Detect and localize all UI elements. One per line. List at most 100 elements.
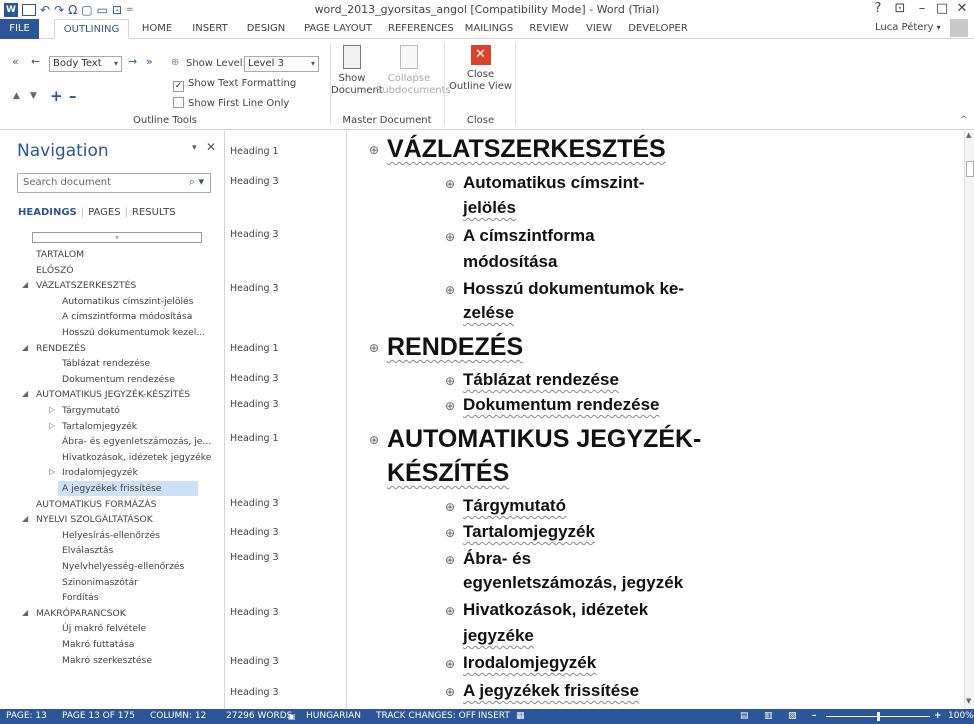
read-mode-icon[interactable]: ▤ [740, 709, 749, 724]
status-language[interactable]: HUNGARIAN [306, 709, 361, 724]
outline-expand-icon[interactable]: ⊕ [445, 657, 455, 671]
nav-heading-item[interactable]: VÁZLATSZERKESZTÉS [36, 278, 136, 293]
outline-expand-icon[interactable]: ⊕ [445, 399, 455, 413]
scroll-up-icon[interactable]: ▲ [966, 131, 971, 139]
status-track-changes[interactable]: TRACK CHANGES: OFF [376, 709, 476, 724]
move-up-icon[interactable]: ▲ [13, 91, 20, 101]
outline-expand-icon[interactable]: ⊕ [445, 526, 455, 540]
ribbon-display-options-icon[interactable]: ⊡ [890, 1, 910, 16]
outline-heading-3[interactable]: A címszintforma [463, 226, 595, 246]
tab-headings[interactable]: HEADINGS [18, 207, 77, 218]
tab-file[interactable]: FILE [0, 19, 39, 39]
outline-heading-3[interactable]: jegyzéke [463, 626, 534, 646]
minimize-button[interactable]: – [912, 1, 932, 16]
nav-heading-item[interactable]: AUTOMATIKUS JEGYZÉK-KÉSZÍTÉS [36, 387, 190, 402]
status-column[interactable]: COLUMN: 12 [150, 709, 206, 724]
zoom-slider[interactable] [826, 712, 930, 721]
outline-expand-icon[interactable]: ⊕ [369, 433, 379, 447]
show-level-dropdown[interactable]: Level 3 ▾ [244, 56, 319, 72]
scroll-down-icon[interactable]: ▼ [966, 697, 971, 705]
nav-close-icon[interactable]: ✕ [206, 140, 216, 154]
collapse-ribbon-icon[interactable]: ^ [960, 115, 968, 125]
outline-heading-3[interactable]: Irodalomjegyzék [463, 653, 596, 673]
nav-heading-item[interactable]: TARTALOM [36, 247, 84, 262]
tab-view[interactable]: VIEW [583, 19, 615, 39]
outline-heading-3[interactable]: Táblázat rendezése [463, 370, 619, 390]
nav-heading-item[interactable]: Fordítás [62, 590, 99, 605]
outline-heading-3[interactable]: Hosszú dokumentumok ke- [463, 279, 684, 299]
nav-heading-item[interactable]: ELŐSZÓ [36, 263, 74, 278]
demote-icon[interactable]: → [128, 55, 137, 68]
outline-heading-3[interactable]: módosítása [463, 252, 557, 272]
outline-heading-3[interactable]: egyenletszámozás, jegyzék [463, 573, 683, 593]
expand-triangle-icon[interactable]: ▷ [49, 405, 55, 414]
outline-heading-1[interactable]: KÉSZÍTÉS [387, 459, 509, 488]
nav-heading-item[interactable]: Hivatkozások, idézetek jegyzéke [62, 450, 211, 465]
nav-heading-item[interactable]: RENDEZÉS [36, 341, 86, 356]
nav-heading-item[interactable]: Táblázat rendezése [62, 356, 150, 371]
outline-heading-3[interactable]: A jegyzékek frissítése [463, 681, 639, 701]
show-document-button[interactable]: Show Document [331, 45, 383, 97]
nav-options-icon[interactable]: ▾ [192, 143, 197, 153]
outline-heading-3[interactable]: zelése [463, 303, 514, 323]
move-down-icon[interactable]: ▼ [30, 91, 37, 101]
outline-heading-1[interactable]: AUTOMATIKUS JEGYZÉK- [387, 425, 701, 454]
nav-heading-item[interactable]: Tartalomjegyzék [62, 419, 137, 434]
promote-icon[interactable]: ← [31, 55, 40, 68]
outline-expand-icon[interactable]: ⊕ [369, 143, 379, 157]
outline-heading-3[interactable]: Hivatkozások, idézetek [463, 600, 648, 620]
nav-heading-item[interactable]: Szinonimaszótár [62, 575, 138, 590]
scrollbar-thumb[interactable] [966, 161, 974, 177]
nav-heading-item[interactable]: A címszintforma módosítása [62, 309, 192, 324]
tab-page-layout[interactable]: PAGE LAYOUT [300, 19, 376, 39]
expand-triangle-icon[interactable]: ▷ [49, 467, 55, 476]
nav-heading-item[interactable]: Helyesírás-ellenőrzés [62, 528, 160, 543]
collapse-triangle-icon[interactable]: ◢ [22, 608, 28, 617]
outline-heading-3[interactable]: Dokumentum rendezése [463, 395, 660, 415]
tab-insert[interactable]: INSERT [190, 19, 230, 39]
collapse-subdocuments-button[interactable]: Collapse Subdocuments [376, 45, 451, 97]
demote-to-body-icon[interactable]: » [146, 55, 153, 68]
nav-heading-item[interactable]: Irodalomjegyzék [62, 465, 138, 480]
expand-icon[interactable]: + [50, 87, 63, 105]
status-page[interactable]: PAGE: 13 [6, 709, 47, 724]
maximize-button[interactable]: □ [932, 1, 952, 16]
nav-heading-item[interactable]: Makró futtatása [62, 637, 135, 652]
promote-to-heading1-icon[interactable]: « [12, 55, 19, 68]
collapse-icon[interactable]: – [69, 87, 77, 105]
zoom-level[interactable]: 100% [948, 709, 974, 724]
show-first-line-only-checkbox[interactable]: Show First Line Only [173, 97, 289, 109]
outline-heading-1[interactable]: VÁZLATSZERKESZTÉS [387, 135, 666, 164]
search-input[interactable]: Search document ⌕ ▾ [17, 173, 211, 193]
macro-recording-icon[interactable]: ▦ [516, 709, 525, 724]
outline-expand-icon[interactable]: ⊕ [445, 374, 455, 388]
zoom-out-icon[interactable]: – [812, 709, 817, 724]
show-text-formatting-checkbox[interactable]: ✓ Show Text Formatting [173, 78, 296, 92]
print-layout-icon[interactable]: ▥ [764, 709, 773, 724]
tab-pages[interactable]: PAGES [88, 207, 120, 218]
outline-heading-3[interactable]: Automatikus címszint- [463, 173, 644, 193]
proofing-icon[interactable]: ▣ [288, 709, 296, 724]
collapse-all-marker-icon[interactable]: ⌅ [32, 232, 202, 243]
nav-heading-item[interactable]: MAKRÓPARANCSOK [36, 606, 126, 621]
tab-mailings[interactable]: MAILINGS [464, 19, 514, 39]
collapse-triangle-icon[interactable]: ◢ [22, 343, 28, 352]
outline-expand-icon[interactable]: ⊕ [445, 604, 455, 618]
tab-design[interactable]: DESIGN [244, 19, 288, 39]
close-outline-view-button[interactable]: ✕ Close Outline View [447, 45, 514, 93]
nav-heading-item[interactable]: NYELVI SZOLGÁLTATÁSOK [36, 512, 153, 527]
collapse-triangle-icon[interactable]: ◢ [22, 514, 28, 523]
collapse-triangle-icon[interactable]: ◢ [22, 280, 28, 289]
outline-expand-icon[interactable]: ⊕ [445, 553, 455, 567]
expand-triangle-icon[interactable]: ▷ [49, 421, 55, 430]
web-layout-icon[interactable]: ▧ [788, 709, 797, 724]
outline-heading-3[interactable]: Tartalomjegyzék [463, 522, 595, 542]
outline-expand-icon[interactable]: ⊕ [445, 685, 455, 699]
outline-expand-icon[interactable]: ⊕ [445, 230, 455, 244]
outline-heading-3[interactable]: Ábra- és [463, 549, 531, 569]
nav-heading-item[interactable]: Tárgymutató [62, 403, 120, 418]
collapse-triangle-icon[interactable]: ◢ [22, 389, 28, 398]
document-outline[interactable]: ⊕ VÁZLATSZERKESZTÉS ⊕ Automatikus címszint-… [348, 131, 964, 709]
tab-outlining[interactable]: OUTLINING [54, 19, 129, 39]
nav-heading-item[interactable]: Nyelvhelyesség-ellenőrzés [62, 559, 184, 574]
